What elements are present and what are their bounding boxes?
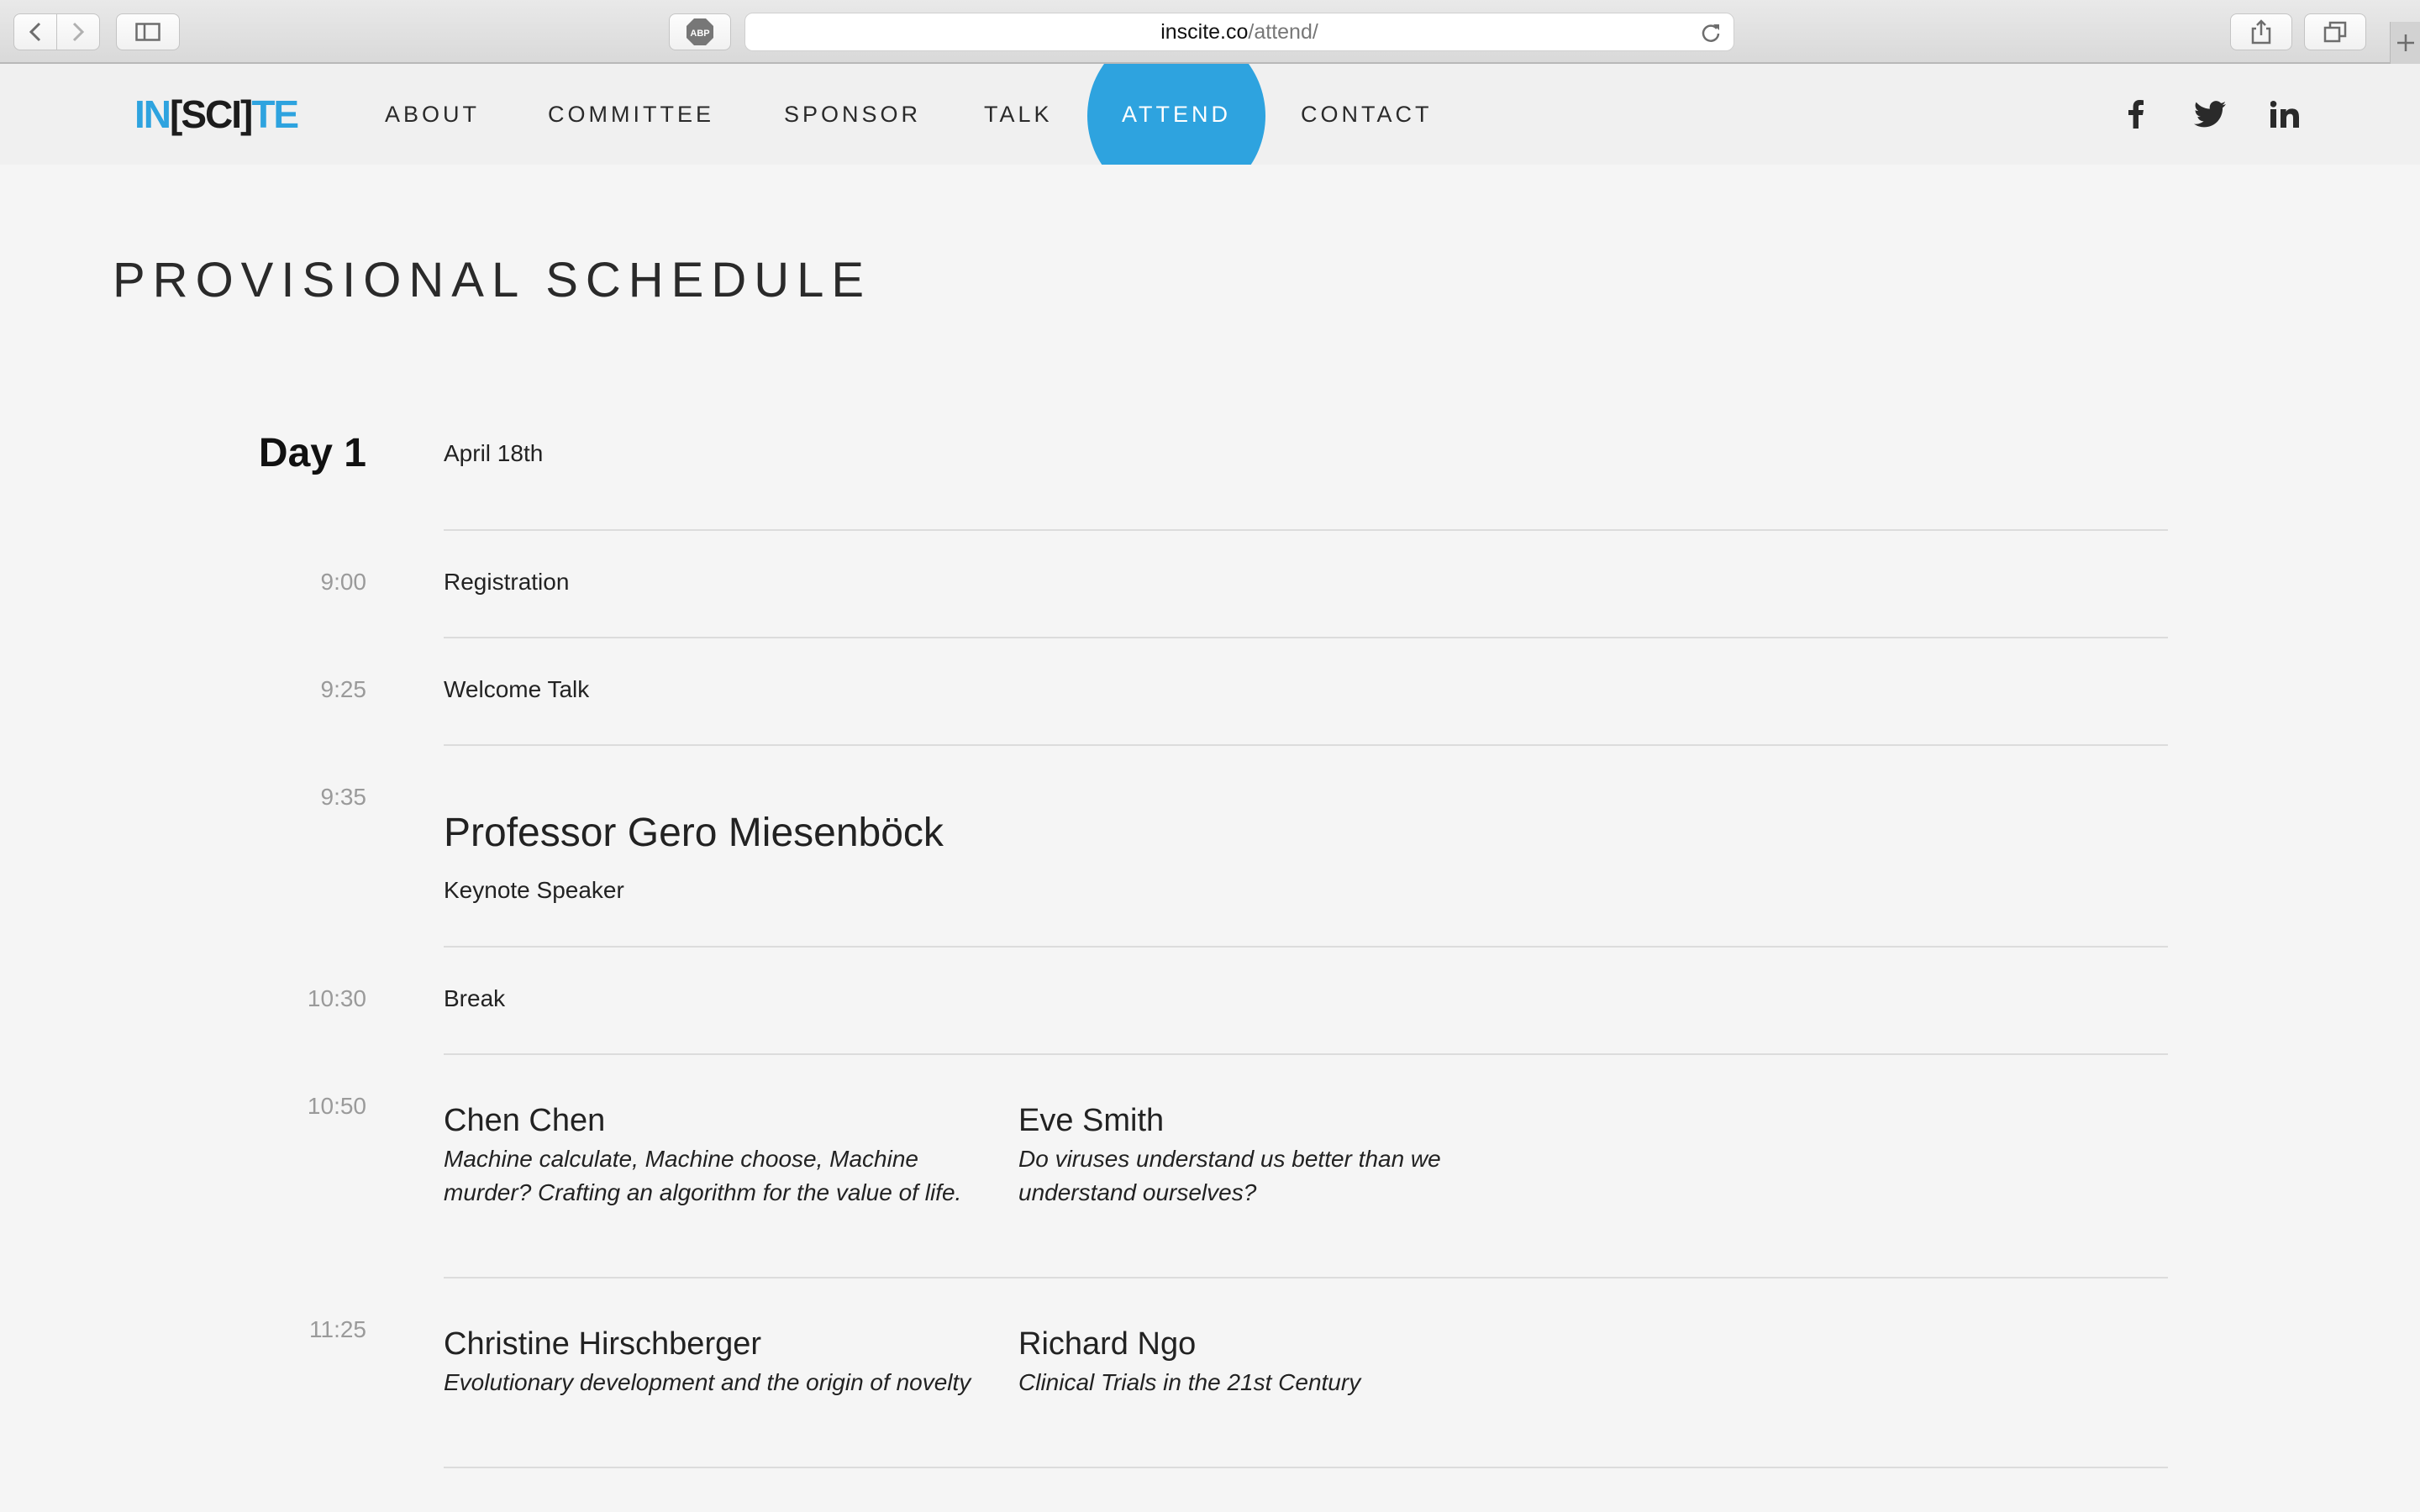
- talk-title: Evolutionary development and the origin …: [444, 1369, 971, 1395]
- chevron-right-icon: [72, 22, 85, 42]
- share-icon: [2251, 19, 2271, 45]
- talk-title: Do viruses understand us better than we …: [1018, 1146, 1441, 1205]
- talk-speaker: Chen Chen: [444, 1103, 606, 1138]
- divider: [444, 1053, 2168, 1055]
- slot-time: 9:35: [320, 784, 367, 810]
- tabs-overview-button[interactable]: [2304, 13, 2366, 50]
- page-title: PROVISIONAL SCHEDULE: [113, 253, 872, 307]
- talk-speaker: Richard Ngo: [1018, 1326, 1197, 1362]
- logo-text-te: TE: [251, 92, 299, 136]
- logo-text-sci: [SCI]: [170, 92, 253, 136]
- site-logo[interactable]: IN[SCI]TE: [134, 95, 299, 134]
- facebook-icon[interactable]: [2119, 97, 2153, 131]
- divider: [444, 637, 2168, 638]
- nav-contact[interactable]: CONTACT: [1301, 64, 1433, 165]
- talk-entry: Chen Chen Machine calculate, Machine cho…: [444, 1102, 981, 1210]
- twitter-icon[interactable]: [2193, 97, 2227, 131]
- slot-event: Welcome Talk: [444, 676, 590, 702]
- talk-speaker: Christine Hirschberger: [444, 1326, 762, 1362]
- slot-time: 10:30: [307, 985, 366, 1011]
- divider: [444, 1467, 2168, 1468]
- talk-speaker: Eve Smith: [1018, 1103, 1165, 1138]
- slot-time: 10:50: [307, 1093, 366, 1119]
- url-host: inscite.co: [1160, 19, 1249, 44]
- keynote-speaker-name: Professor Gero Miesenböck: [444, 811, 944, 855]
- tabs-icon: [2323, 21, 2347, 43]
- keynote-speaker-role: Keynote Speaker: [444, 877, 624, 903]
- address-bar[interactable]: inscite.co/attend/: [744, 13, 1734, 51]
- site-nav: IN[SCI]TE ABOUT COMMITTEE SPONSOR TALK A…: [0, 64, 2420, 165]
- divider: [444, 744, 2168, 746]
- talk-entry: Richard Ngo Clinical Trials in the 21st …: [1018, 1326, 1556, 1399]
- svg-text:ABP: ABP: [690, 29, 709, 39]
- chevron-left-icon: [29, 22, 41, 42]
- reload-icon[interactable]: [1700, 22, 1722, 44]
- talk-entry: Christine Hirschberger Evolutionary deve…: [444, 1326, 981, 1399]
- nav-attend[interactable]: ATTEND: [1087, 64, 1265, 165]
- talk-entry: Eve Smith Do viruses understand us bette…: [1018, 1102, 1556, 1210]
- talk-title: Clinical Trials in the 21st Century: [1018, 1369, 1361, 1395]
- slot-time: 9:25: [320, 676, 367, 702]
- sidebar-icon: [135, 23, 160, 41]
- plus-icon: [2396, 34, 2414, 51]
- new-tab-button[interactable]: [2390, 22, 2420, 64]
- divider: [444, 1277, 2168, 1278]
- slot-event: Registration: [444, 569, 570, 595]
- share-button[interactable]: [2230, 13, 2292, 50]
- divider: [444, 946, 2168, 948]
- forward-button[interactable]: [56, 13, 100, 50]
- divider: [444, 529, 2168, 531]
- linkedin-icon[interactable]: [2268, 97, 2302, 131]
- nav-committee[interactable]: COMMITTEE: [548, 64, 714, 165]
- nav-sponsor[interactable]: SPONSOR: [784, 64, 921, 165]
- adblock-icon: ABP: [687, 18, 713, 45]
- nav-about[interactable]: ABOUT: [385, 64, 480, 165]
- slot-event: Break: [444, 985, 506, 1011]
- adblock-button[interactable]: ABP: [669, 13, 731, 50]
- logo-text-in: IN: [134, 92, 171, 136]
- day-date: April 18th: [444, 440, 544, 466]
- slot-time: 9:00: [320, 569, 367, 595]
- nav-talk[interactable]: TALK: [984, 64, 1053, 165]
- day-label: Day 1: [258, 431, 366, 475]
- slot-time: 11:25: [309, 1316, 366, 1342]
- talk-title: Machine calculate, Machine choose, Machi…: [444, 1146, 962, 1205]
- browser-toolbar: ABP inscite.co/attend/: [0, 0, 2420, 64]
- sidebar-toggle-button[interactable]: [116, 13, 180, 50]
- back-button[interactable]: [13, 13, 57, 50]
- url-path: /attend/: [1248, 19, 1318, 44]
